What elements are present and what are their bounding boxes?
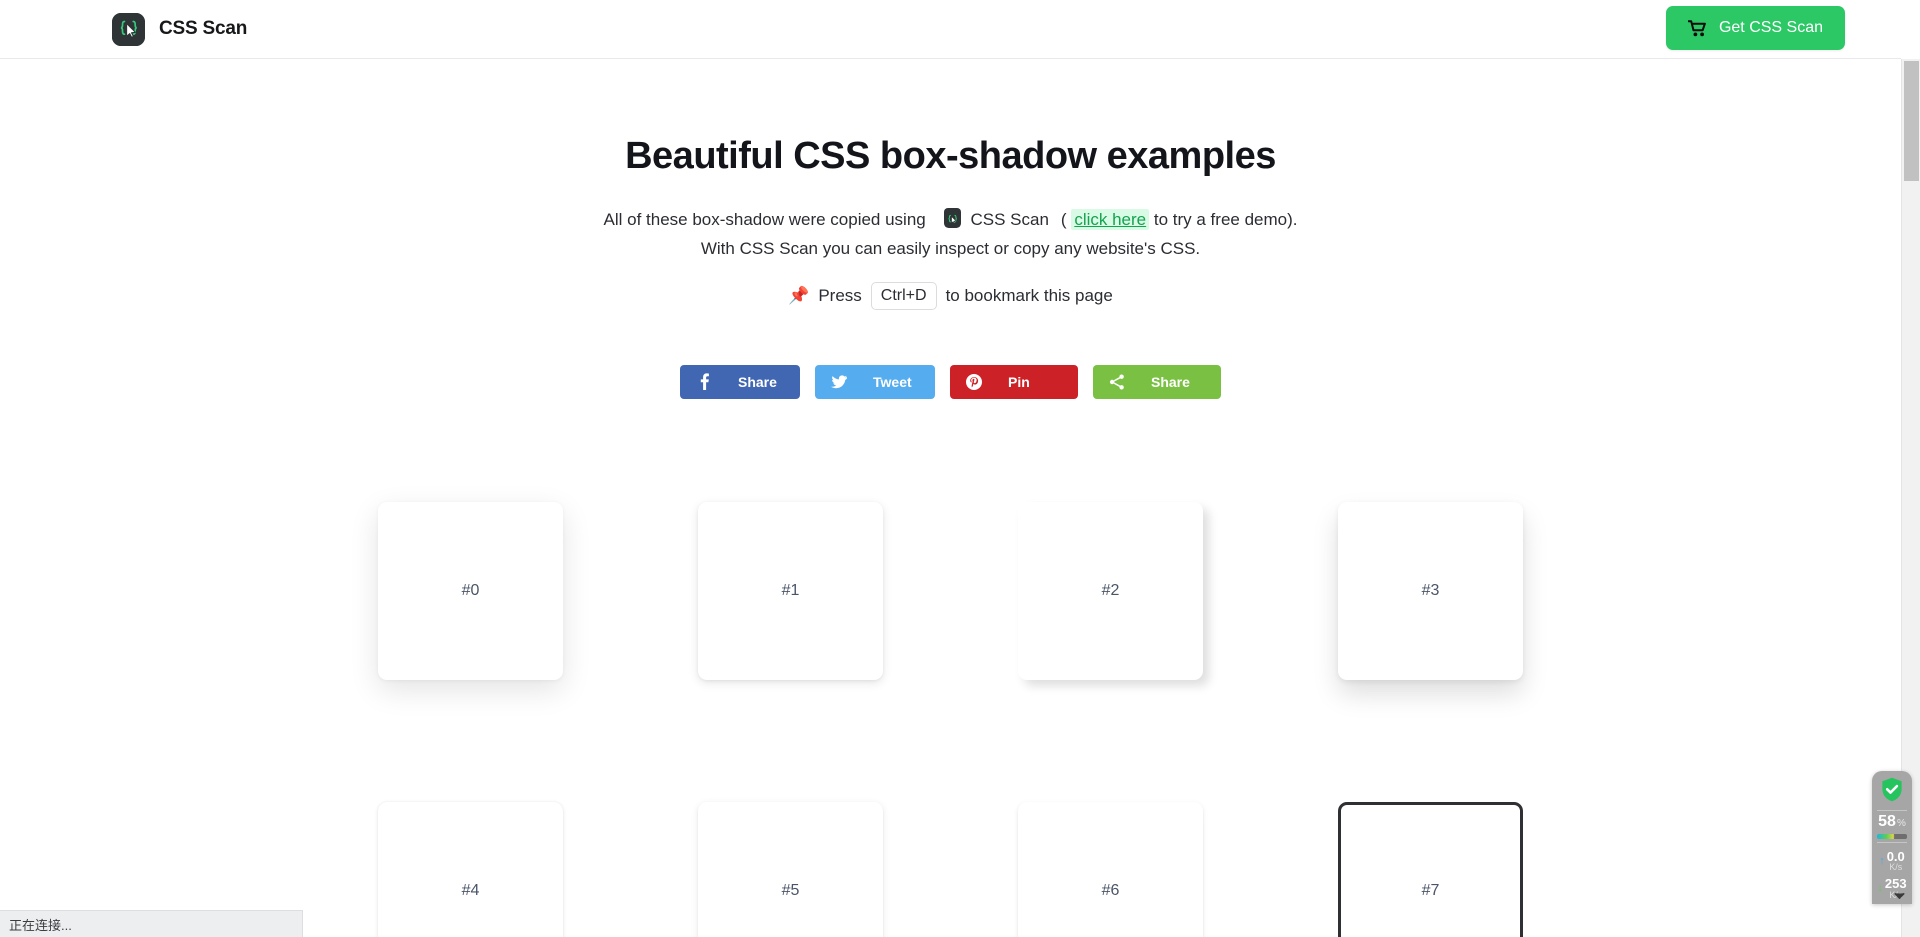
box-shadow-card-1[interactable]: #1 (698, 501, 883, 680)
divider (1877, 809, 1907, 811)
hero-sub-brand: CSS Scan (970, 210, 1049, 229)
bookmark-suffix: to bookmark this page (945, 285, 1113, 305)
share-generic-label: Share (1151, 373, 1190, 390)
share-pinterest-button[interactable]: Pin (950, 364, 1078, 399)
card-cell: #7 (1338, 801, 1523, 937)
card-label: #6 (1101, 881, 1120, 899)
hero-subtitle-line-1: All of these box-shadow were copied usin… (0, 178, 1901, 234)
card-cell: #0 (378, 501, 563, 692)
get-css-scan-button[interactable]: Get CSS Scan (1665, 6, 1845, 50)
share-nodes-icon (1109, 374, 1125, 390)
cpu-usage-bar (1877, 833, 1907, 839)
scrollbar-thumb[interactable] (1904, 61, 1919, 181)
brand[interactable]: CSS Scan (112, 12, 248, 46)
card-cell: #2 (1018, 501, 1203, 692)
cpu-percent-value: 58 (1878, 812, 1896, 830)
divider (1877, 841, 1907, 843)
css-scan-logo-icon (112, 12, 145, 46)
hero-sub-suffix: to try a free demo). (1153, 210, 1298, 229)
arrow-up-icon: ↑ (1879, 854, 1885, 867)
share-twitter-label: Tweet (873, 373, 912, 390)
twitter-icon (831, 375, 847, 389)
browser-viewport: CSS Scan Get CSS Scan Beautiful CSS box-… (0, 0, 1920, 937)
shopping-cart-icon (1687, 19, 1707, 37)
hero-subtitle-line-2: With CSS Scan you can easily inspect or … (700, 239, 1201, 258)
box-shadow-card-2[interactable]: #2 (1018, 501, 1203, 680)
chevron-down-icon (1893, 892, 1905, 899)
share-facebook-label: Share (738, 373, 777, 390)
card-cell: #5 (698, 801, 883, 937)
share-pinterest-label: Pin (1008, 373, 1030, 390)
shield-check-icon (1881, 777, 1903, 802)
bookmark-prefix: Press (818, 285, 862, 305)
upload-unit: K/s (1889, 862, 1903, 873)
page-title: Beautiful CSS box-shadow examples (625, 135, 1276, 177)
card-label: #4 (461, 881, 480, 899)
upload-rate: ↑ 0.0 K/s (1879, 850, 1905, 873)
status-bar-text: 正在连接... (9, 917, 72, 933)
arrow-down-icon: ↓ (1877, 881, 1883, 894)
hero-sub-paren: ( (1060, 210, 1067, 229)
card-cell: #6 (1018, 801, 1203, 937)
box-shadow-card-4[interactable]: #4 (378, 801, 563, 937)
card-cell: #4 by 3drops (378, 801, 563, 937)
ctrl-d-key: Ctrl+D (870, 282, 937, 310)
box-shadow-card-0[interactable]: #0 (378, 501, 563, 680)
facebook-icon (696, 373, 712, 391)
cpu-percent-unit: % (1896, 817, 1906, 829)
card-cell: #1 (698, 501, 883, 692)
card-label: #3 (1421, 581, 1440, 599)
box-shadow-card-6[interactable]: #6 (1018, 801, 1203, 937)
page-content: Beautiful CSS box-shadow examples All of… (0, 59, 1901, 937)
box-shadow-card-7[interactable]: #7 (1338, 801, 1523, 937)
card-cell: #3 (1338, 501, 1523, 692)
card-label: #5 (781, 881, 800, 899)
upload-value: 0.0 (1886, 848, 1905, 864)
cpu-percent: 58 % (1878, 812, 1906, 830)
share-facebook-button[interactable]: Share (680, 364, 800, 399)
network-monitor-collapse-button[interactable] (1886, 883, 1912, 909)
browser-status-bar: 正在连接... (0, 910, 303, 937)
share-generic-button[interactable]: Share (1093, 364, 1221, 399)
share-button-row: Share Tweet Pin Share (0, 310, 1901, 399)
card-label: #0 (461, 581, 480, 599)
site-header: CSS Scan Get CSS Scan (0, 0, 1901, 59)
brand-name: CSS Scan (159, 18, 248, 39)
box-shadow-card-3[interactable]: #3 (1338, 501, 1523, 680)
bookmark-hint: 📌 Press Ctrl+D to bookmark this page (0, 263, 1901, 310)
pushpin-icon: 📌 (788, 286, 810, 306)
box-shadow-examples-grid: #0 #1 #2 #3 #4 #5 #6 #7 (0, 399, 1901, 937)
hero-sub-prefix: All of these box-shadow were copied usin… (603, 210, 926, 229)
share-twitter-button[interactable]: Tweet (815, 364, 935, 399)
card-label: #2 (1101, 581, 1120, 599)
card-label: #7 (1421, 881, 1440, 899)
click-here-link[interactable]: click here (1071, 209, 1150, 230)
hero-section: Beautiful CSS box-shadow examples All of… (0, 59, 1901, 310)
pinterest-icon (966, 373, 982, 390)
get-css-scan-label: Get CSS Scan (1718, 19, 1823, 36)
css-scan-inline-logo-icon (944, 208, 962, 228)
box-shadow-card-5[interactable]: #5 (698, 801, 883, 937)
card-label: #1 (781, 581, 800, 599)
